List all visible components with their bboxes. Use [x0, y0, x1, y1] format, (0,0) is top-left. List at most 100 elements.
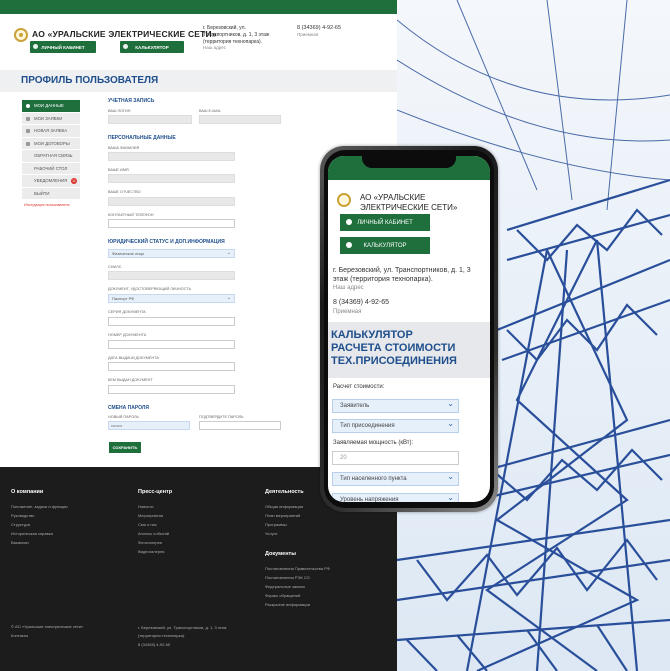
doc-date-field[interactable] [108, 362, 235, 371]
save-button[interactable]: СОХРАНИТЬ [109, 442, 141, 453]
power-label: Заявляемая мощность (кВт): [333, 440, 414, 446]
footer-link[interactable]: Фотогалерея [138, 540, 162, 545]
footer-link[interactable]: Постановления РЭК СО [265, 575, 310, 580]
page-title: ПРОФИЛЬ ПОЛЬЗОВАТЕЛЯ [21, 75, 159, 86]
footer-link[interactable]: Общая информация [265, 504, 303, 509]
email-field[interactable] [199, 115, 281, 124]
footer-link[interactable]: Сми о нас [138, 522, 157, 527]
calculator-title: КАЛЬКУЛЯТОР РАСЧЕТА СТОИМОСТИ ТЕХ.ПРИСОЕ… [331, 329, 457, 367]
mobile-company-name: АО «УРАЛЬСКИЕ ЭЛЕКТРИЧЕСКИЕ СЕТИ» [360, 193, 458, 212]
sidebar-item-my-data[interactable]: МОИ ДАННЫЕ [22, 100, 80, 113]
footer-link[interactable]: Структура [11, 522, 30, 527]
user-icon [123, 44, 128, 49]
login-field[interactable] [108, 115, 192, 124]
document-icon [26, 141, 30, 146]
phone-notch [362, 152, 456, 168]
page-title-bar: ПРОФИЛЬ ПОЛЬЗОВАТЕЛЯ [0, 70, 397, 92]
power-input[interactable]: 20 [332, 451, 459, 465]
doc-series-label: СЕРИЯ ДОКУМЕНТА [108, 310, 146, 314]
sidebar-item-my-contracts[interactable]: МОИ ДОГОВОРЫ [22, 137, 80, 150]
phone-field[interactable] [108, 219, 235, 228]
doc-number-field[interactable] [108, 340, 235, 349]
plus-icon [26, 129, 30, 133]
mobile-address: г. Березовский, ул. Транспортников, д. 1… [333, 267, 471, 283]
phone-label: КОНТАКТНЫЙ ТЕЛЕФОН [108, 213, 154, 217]
voltage-level-select[interactable]: Уровень напряжения [332, 493, 459, 502]
footer-link[interactable]: Новости [138, 504, 153, 509]
phone-screen: АО «УРАЛЬСКИЕ ЭЛЕКТРИЧЕСКИЕ СЕТИ» ЛИЧНЫЙ… [328, 156, 490, 502]
patronymic-field[interactable] [108, 197, 235, 206]
sidebar-item-my-requests[interactable]: МОИ ЗАЯВКИ [22, 112, 80, 125]
calculator-button[interactable]: КАЛЬКУЛЯТОР [120, 41, 184, 53]
profile-sidebar: МОИ ДАННЫЕ МОИ ЗАЯВКИ НОВАЯ ЗАЯВКА МОИ Д… [22, 100, 80, 207]
company-name: АО «УРАЛЬСКИЕ ЭЛЕКТРИЧЕСКИЕ СЕТИ» [32, 29, 217, 39]
footer-phone: 8 (34369) 4-92-65 [138, 642, 171, 647]
list-icon [26, 116, 30, 121]
footer-link[interactable]: Программы [265, 522, 287, 527]
footer-link[interactable]: Раскрытие информации [265, 602, 310, 607]
legal-status-select[interactable]: Физическое лицо [108, 249, 235, 258]
applicant-select[interactable]: Заявитель [332, 399, 459, 413]
footer-link[interactable]: Вакансии [11, 540, 29, 545]
footer-link[interactable]: Постановления Правительства РФ [265, 566, 330, 571]
sidebar-item-desktop[interactable]: РАБОЧИЙ СТОЛ [22, 162, 80, 175]
legal-heading: ЮРИДИЧЕСКИЙ СТАТУС И ДОП.ИНФОРМАЦИЯ [108, 239, 225, 245]
user-icon [26, 104, 30, 108]
footer-link[interactable]: Мероприятия [138, 513, 163, 518]
confirm-password-field[interactable] [199, 421, 281, 430]
header-address-label: Наш адрес [203, 45, 226, 50]
doc-issuer-field[interactable] [108, 385, 235, 394]
doc-date-label: ДАТА ВЫДАЧИ ДОКУМЕНТА [108, 356, 159, 360]
surname-field[interactable] [108, 152, 235, 161]
top-bar [0, 0, 397, 14]
header-address: г. Березовский, ул. Транспортников, д. 1… [203, 25, 270, 45]
connection-type-select[interactable]: Тип присоединения [332, 419, 459, 433]
footer-contacts-link[interactable]: Контакты [11, 633, 28, 638]
footer-link[interactable]: План мероприятий [265, 513, 300, 518]
doc-issuer-label: КЕМ ВЫДАН ДОКУМЕНТ [108, 378, 153, 382]
sidebar-item-feedback[interactable]: ОБРАТНАЯ СВЯЗЬ [22, 150, 80, 163]
sidebar-item-new-request[interactable]: НОВАЯ ЗАЯВКА [22, 125, 80, 138]
confirm-password-label: ПОДТВЕРДИТЕ ПАРОЛЬ [199, 415, 244, 419]
document-type-select[interactable]: Паспорт РФ [108, 294, 235, 303]
mobile-cabinet-button[interactable]: ЛИЧНЫЙ КАБИНЕТ [340, 214, 430, 231]
personal-cabinet-button[interactable]: ЛИЧНЫЙ КАБИНЕТ [30, 41, 96, 53]
footer-link[interactable]: Положение, задачи и функции [11, 504, 68, 509]
footer-link[interactable]: Услуги [265, 531, 277, 536]
doc-number-label: НОМЕР ДОКУМЕНТА [108, 333, 147, 337]
locality-type-select[interactable]: Тип населенного пункта [332, 472, 459, 486]
footer-activity-title: Деятельность [265, 489, 304, 495]
header-phone-label: Приемная [297, 32, 319, 37]
password-heading: СМЕНА ПАРОЛЯ [108, 405, 149, 411]
snils-field[interactable] [108, 271, 235, 280]
mobile-calculator-button[interactable]: КАЛЬКУЛЯТОР [340, 237, 430, 254]
footer-link[interactable]: Видеогалерея [138, 549, 164, 554]
footer-documents-title: Документы [265, 551, 296, 557]
personal-cabinet-label: ЛИЧНЫЙ КАБИНЕТ [41, 44, 85, 50]
user-icon [33, 44, 38, 49]
user-instructions-link[interactable]: Инструкция пользователя [22, 203, 80, 207]
snils-label: СНИЛС [108, 265, 122, 269]
user-icon [346, 242, 352, 248]
patronymic-label: ВАШЕ ОТЧЕСТВО [108, 190, 141, 194]
mobile-company-logo[interactable] [337, 193, 351, 207]
doc-series-field[interactable] [108, 317, 235, 326]
footer-link[interactable]: Формы обращений [265, 593, 300, 598]
account-heading: УЧЕТНАЯ ЗАПИСЬ [108, 98, 155, 104]
footer-link[interactable]: Историческая справка [11, 531, 53, 536]
sidebar-item-logout[interactable]: ВЫЙТИ [22, 187, 80, 200]
email-label: ВАШ E-MAIL [199, 109, 222, 113]
footer-link[interactable]: Федеральные законы [265, 584, 305, 589]
footer-copyright: © АО «Уральские электрические сети» [11, 624, 84, 629]
calculator-title-bar: КАЛЬКУЛЯТОР РАСЧЕТА СТОИМОСТИ ТЕХ.ПРИСОЕ… [328, 322, 490, 378]
footer-link[interactable]: Руководство [11, 513, 34, 518]
footer-press-title: Пресс-центр [138, 489, 173, 495]
personal-heading: ПЕРСОНАЛЬНЫЕ ДАННЫЕ [108, 135, 176, 141]
company-logo[interactable] [14, 28, 28, 42]
sidebar-item-notifications[interactable]: УВЕДОМЛЕНИЯ 11 [22, 175, 80, 188]
document-label: ДОКУМЕНТ, УДОСТОВЕРЯЮЩИЙ ЛИЧНОСТЬ [108, 287, 192, 291]
footer-link[interactable]: Анонсы событий [138, 531, 169, 536]
user-icon [346, 219, 352, 225]
name-field[interactable] [108, 174, 235, 183]
new-password-field[interactable]: •••••••• [108, 421, 190, 430]
